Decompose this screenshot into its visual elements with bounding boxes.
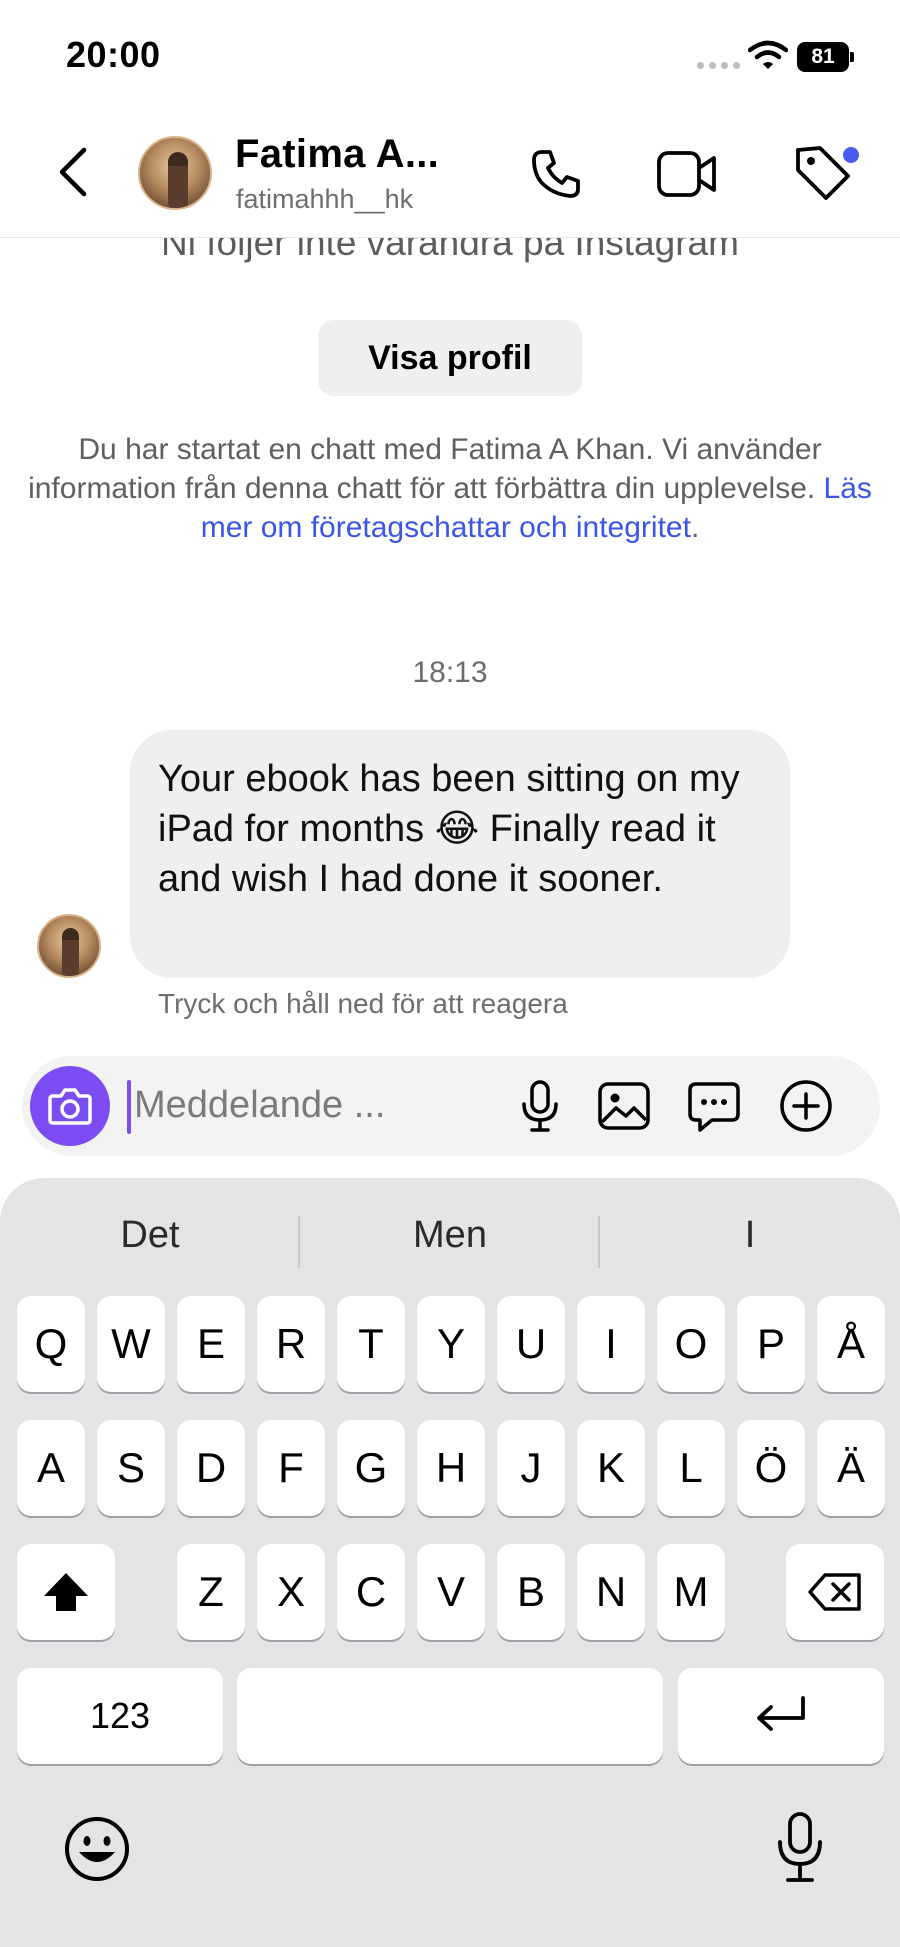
key-o[interactable]: O	[657, 1296, 725, 1392]
key-y[interactable]: Y	[417, 1296, 485, 1392]
key-j[interactable]: J	[497, 1420, 565, 1516]
key-u[interactable]: U	[497, 1296, 565, 1392]
message-composer	[22, 1056, 880, 1156]
key-h[interactable]: H	[417, 1420, 485, 1516]
cellular-signal-icon	[697, 62, 740, 69]
message-bubble[interactable]: Your ebook has been sitting on my iPad f…	[130, 730, 790, 978]
return-key[interactable]	[678, 1668, 884, 1764]
message-input[interactable]	[134, 1074, 434, 1136]
suggestion-bar: Det Men I	[0, 1200, 900, 1270]
sender-avatar[interactable]	[37, 914, 101, 978]
view-profile-button[interactable]: Visa profil	[318, 320, 582, 396]
status-bar: 20:00 81	[0, 0, 900, 110]
key-s[interactable]: S	[97, 1420, 165, 1516]
key-a-ring[interactable]: Å	[817, 1296, 885, 1392]
key-t[interactable]: T	[337, 1296, 405, 1392]
battery-icon: 81	[797, 42, 855, 72]
key-q[interactable]: Q	[17, 1296, 85, 1392]
key-l[interactable]: L	[657, 1420, 725, 1516]
key-b[interactable]: B	[497, 1544, 565, 1640]
key-m[interactable]: M	[657, 1544, 725, 1640]
contact-avatar[interactable]	[138, 136, 212, 210]
suggestion-1[interactable]: Det	[0, 1200, 300, 1270]
key-a-umlaut[interactable]: Ä	[817, 1420, 885, 1516]
shift-key[interactable]	[17, 1544, 115, 1640]
wifi-icon	[748, 40, 788, 69]
phone-icon[interactable]	[528, 146, 584, 202]
shift-arrow-icon	[44, 1573, 88, 1611]
key-i[interactable]: I	[577, 1296, 645, 1392]
suggestion-3[interactable]: I	[600, 1200, 900, 1270]
react-hint: Tryck och håll ned för att reagera	[158, 988, 568, 1019]
notification-dot	[843, 147, 859, 163]
plus-icon[interactable]	[778, 1078, 834, 1134]
status-time: 20:00	[66, 34, 161, 75]
key-g[interactable]: G	[337, 1420, 405, 1516]
key-a[interactable]: A	[17, 1420, 85, 1516]
suggestion-2[interactable]: Men	[300, 1200, 600, 1270]
key-p[interactable]: P	[737, 1296, 805, 1392]
back-chevron-icon[interactable]	[50, 142, 100, 202]
contact-handle[interactable]: fatimahhh__hk	[236, 184, 413, 215]
emoji-icon[interactable]	[62, 1814, 132, 1884]
message-timestamp: 18:13	[412, 656, 488, 689]
key-k[interactable]: K	[577, 1420, 645, 1516]
camera-button[interactable]	[30, 1066, 110, 1146]
chat-header: Fatima A... fatimahhh__hk	[0, 110, 900, 238]
business-chat-disclaimer: Du har startat en chatt med Fatima A Kha…	[10, 430, 890, 547]
key-c[interactable]: C	[337, 1544, 405, 1640]
disclaimer-text: Du har startat en chatt med Fatima A Kha…	[28, 433, 824, 505]
video-camera-icon[interactable]	[656, 148, 718, 200]
key-d[interactable]: D	[177, 1420, 245, 1516]
key-z[interactable]: Z	[177, 1544, 245, 1640]
key-e[interactable]: E	[177, 1296, 245, 1392]
dictation-microphone-icon[interactable]	[770, 1810, 830, 1886]
contact-name[interactable]: Fatima A...	[235, 132, 439, 177]
camera-icon	[48, 1088, 92, 1125]
backspace-icon	[808, 1573, 861, 1611]
return-icon	[757, 1696, 805, 1731]
text-cursor	[127, 1080, 131, 1134]
key-x[interactable]: X	[257, 1544, 325, 1640]
key-f[interactable]: F	[257, 1420, 325, 1516]
key-o-umlaut[interactable]: Ö	[737, 1420, 805, 1516]
microphone-icon[interactable]	[512, 1078, 568, 1134]
gallery-icon[interactable]	[596, 1078, 652, 1134]
sticker-chat-icon[interactable]	[686, 1078, 742, 1134]
key-w[interactable]: W	[97, 1296, 165, 1392]
key-r[interactable]: R	[257, 1296, 325, 1392]
keyboard: Det Men I Q W E R T Y U I O P Å A S D F …	[0, 1178, 900, 1947]
disclaimer-end: .	[690, 511, 700, 544]
key-v[interactable]: V	[417, 1544, 485, 1640]
backspace-key[interactable]	[786, 1544, 884, 1640]
space-key[interactable]	[237, 1668, 663, 1764]
numbers-key[interactable]: 123	[17, 1668, 223, 1764]
key-n[interactable]: N	[577, 1544, 645, 1640]
battery-level: 81	[797, 42, 849, 72]
